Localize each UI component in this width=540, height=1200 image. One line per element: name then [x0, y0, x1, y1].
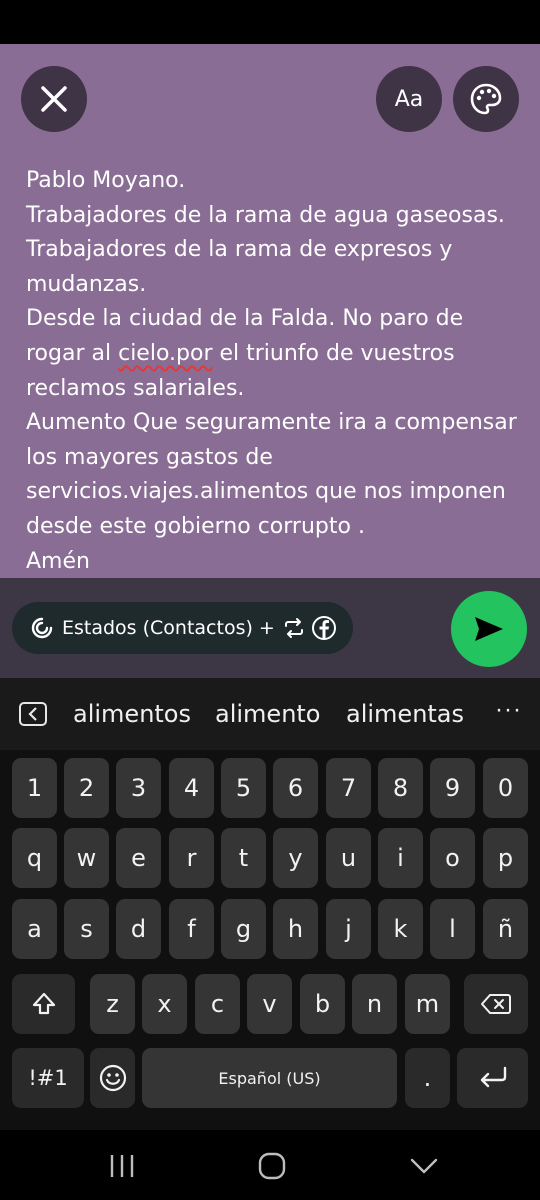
key-x[interactable]: x: [142, 974, 187, 1034]
shift-icon: [32, 992, 55, 1015]
more-options-button[interactable]: ···: [495, 696, 522, 724]
recents-icon: [110, 1155, 134, 1177]
key-g[interactable]: g: [221, 899, 266, 959]
suggestion-1[interactable]: alimentos: [73, 700, 191, 728]
key-6[interactable]: 6: [273, 758, 318, 818]
backspace-key[interactable]: [464, 974, 528, 1034]
key-r[interactable]: r: [169, 828, 214, 888]
status-compose-area[interactable]: Aa Pablo Moyano. Trabajadores de la rama…: [0, 44, 540, 578]
recents-button[interactable]: [92, 1144, 152, 1188]
misspelled-word[interactable]: cielo.por: [118, 341, 212, 366]
key-q[interactable]: q: [12, 828, 57, 888]
close-icon: [41, 86, 67, 112]
key-t[interactable]: t: [221, 828, 266, 888]
facebook-icon: [311, 616, 336, 640]
background-color-button[interactable]: [453, 66, 519, 132]
period-key[interactable]: .: [405, 1048, 450, 1108]
navigation-bar: [0, 1130, 540, 1200]
emoji-icon: [99, 1064, 126, 1092]
key-9[interactable]: 9: [430, 758, 475, 818]
key-4[interactable]: 4: [169, 758, 214, 818]
suggestion-bar: alimentos alimento alimentas ···: [0, 678, 540, 750]
palette-icon: [470, 83, 502, 115]
font-style-button[interactable]: Aa: [376, 66, 442, 132]
status-text[interactable]: Pablo Moyano. Trabajadores de la rama de…: [26, 164, 526, 579]
keyboard-toolbar-toggle[interactable]: [19, 702, 47, 726]
key-d[interactable]: d: [116, 899, 161, 959]
key-l[interactable]: l: [430, 899, 475, 959]
key-0[interactable]: 0: [483, 758, 528, 818]
key-k[interactable]: k: [378, 899, 423, 959]
space-bar[interactable]: Español (US): [142, 1048, 397, 1108]
key-w[interactable]: w: [64, 828, 109, 888]
key-o[interactable]: o: [430, 828, 475, 888]
send-icon: [475, 617, 503, 641]
key-v[interactable]: v: [247, 974, 292, 1034]
chevron-left-icon: [28, 707, 37, 721]
key-h[interactable]: h: [273, 899, 318, 959]
key-p[interactable]: p: [483, 828, 528, 888]
key-2[interactable]: 2: [64, 758, 109, 818]
backspace-icon: [481, 994, 511, 1014]
close-button[interactable]: [21, 66, 87, 132]
send-bar: Estados (Contactos) +: [0, 578, 540, 678]
keyboard: alimentos alimento alimentas ··· 1 2 3 4…: [0, 678, 540, 1130]
enter-key[interactable]: [457, 1048, 528, 1108]
key-j[interactable]: j: [326, 899, 371, 959]
key-f[interactable]: f: [169, 899, 214, 959]
key-c[interactable]: c: [195, 974, 240, 1034]
back-chevron-icon: [410, 1158, 438, 1174]
key-i[interactable]: i: [378, 828, 423, 888]
key-7[interactable]: 7: [326, 758, 371, 818]
repeat-icon: [284, 618, 303, 638]
key-z[interactable]: z: [90, 974, 135, 1034]
home-icon: [258, 1152, 286, 1180]
status-bar: [0, 0, 540, 44]
key-1[interactable]: 1: [12, 758, 57, 818]
suggestion-2[interactable]: alimento: [215, 700, 321, 728]
home-button[interactable]: [242, 1144, 302, 1188]
back-button[interactable]: [394, 1144, 454, 1188]
audience-label: Estados (Contactos) +: [62, 617, 275, 639]
key-8[interactable]: 8: [378, 758, 423, 818]
key-5[interactable]: 5: [221, 758, 266, 818]
key-a[interactable]: a: [12, 899, 57, 959]
shift-key[interactable]: [12, 974, 75, 1034]
emoji-key[interactable]: [90, 1048, 135, 1108]
key-enye[interactable]: ñ: [483, 899, 528, 959]
key-y[interactable]: y: [273, 828, 318, 888]
suggestion-3[interactable]: alimentas: [346, 700, 464, 728]
key-m[interactable]: m: [405, 974, 450, 1034]
status-text-part: Pablo Moyano. Trabajadores de la rama de…: [26, 168, 505, 366]
key-b[interactable]: b: [300, 974, 345, 1034]
symbols-key[interactable]: !#1: [12, 1048, 84, 1108]
key-n[interactable]: n: [352, 974, 397, 1034]
enter-icon: [480, 1066, 506, 1088]
audience-selector[interactable]: Estados (Contactos) +: [12, 602, 353, 654]
status-text-part: el triunfo de vuestros reclamos salarial…: [26, 340, 517, 574]
font-style-label: Aa: [394, 86, 424, 112]
key-s[interactable]: s: [64, 899, 109, 959]
key-e[interactable]: e: [116, 828, 161, 888]
send-button[interactable]: [451, 591, 527, 667]
key-u[interactable]: u: [326, 828, 371, 888]
status-ring-icon: [31, 617, 53, 639]
key-3[interactable]: 3: [116, 758, 161, 818]
